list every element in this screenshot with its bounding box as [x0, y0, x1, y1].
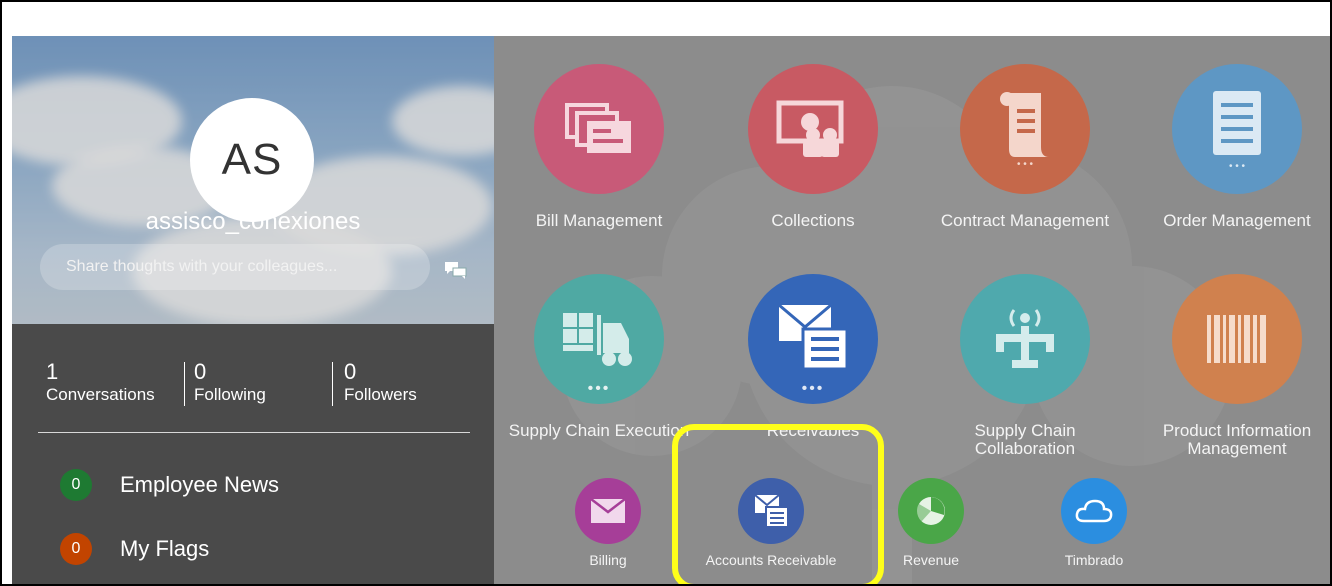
tile-label: Order Management — [1163, 211, 1311, 230]
stat-label: Conversations — [46, 385, 155, 404]
stat-label: Followers — [344, 385, 417, 404]
stat-following[interactable]: 0 Following — [194, 360, 266, 406]
profile-header: AS assisco_conexiones — [12, 36, 494, 324]
count-badge: 0 — [60, 469, 92, 501]
screenshot-frame: AS assisco_conexiones 1 Conversations — [0, 0, 1332, 586]
feed-label: My Flags — [120, 536, 210, 561]
tile-label: Bill Management — [535, 211, 663, 230]
more-dots: ••• — [801, 380, 825, 397]
document-list-icon: • • • — [1172, 64, 1302, 194]
chat-bubbles-icon[interactable] — [444, 260, 468, 280]
tile-label: Collections — [771, 211, 855, 230]
more-dots: ••• — [587, 380, 611, 397]
share-thoughts-input[interactable] — [40, 244, 430, 290]
username[interactable]: assisco_conexiones — [12, 208, 494, 236]
stat-followers[interactable]: 0 Followers — [344, 360, 417, 406]
profile-stats: 1 Conversations 0 Following 0 Followers — [12, 360, 494, 410]
svg-text:• • •: • • • — [1229, 161, 1246, 171]
profile-panel: AS assisco_conexiones 1 Conversations — [12, 36, 494, 584]
envelope-icon — [575, 478, 641, 544]
profile-body: 1 Conversations 0 Following 0 Followers — [12, 324, 494, 584]
tile-label: Timbrado — [1064, 552, 1124, 568]
stat-divider — [184, 362, 185, 406]
home-page: AS assisco_conexiones 1 Conversations — [12, 36, 1330, 584]
tile-label: Supply Chain Collaboration — [974, 421, 1076, 458]
stat-count: 1 — [46, 359, 59, 384]
stat-conversations[interactable]: 1 Conversations — [46, 360, 155, 406]
cloud-icon — [1061, 478, 1127, 544]
tile-label: Product Information Management — [1162, 421, 1312, 458]
stat-count: 0 — [194, 359, 207, 384]
pie-chart-icon — [898, 478, 964, 544]
avatar[interactable]: AS — [190, 98, 314, 222]
feed-employee-news[interactable]: 0 Employee News — [60, 468, 279, 502]
count-badge: 0 — [60, 533, 92, 565]
invoice-stack-icon — [534, 64, 664, 194]
signal-tower-icon — [960, 274, 1090, 404]
stat-label: Following — [194, 385, 266, 404]
feed-label: Employee News — [120, 472, 279, 497]
tile-label: Billing — [589, 552, 627, 568]
stat-divider — [332, 362, 333, 406]
stat-count: 0 — [344, 359, 357, 384]
divider — [38, 432, 470, 433]
barcode-icon — [1172, 274, 1302, 404]
svg-text:• • •: • • • — [1017, 159, 1034, 169]
money-people-icon — [748, 64, 878, 194]
highlight-box — [672, 424, 884, 584]
scroll-document-icon: • • • — [960, 64, 1090, 194]
feed-my-flags[interactable]: 0 My Flags — [60, 532, 209, 566]
tile-label: Contract Management — [940, 211, 1110, 230]
tile-label: Supply Chain Execution — [508, 421, 690, 440]
